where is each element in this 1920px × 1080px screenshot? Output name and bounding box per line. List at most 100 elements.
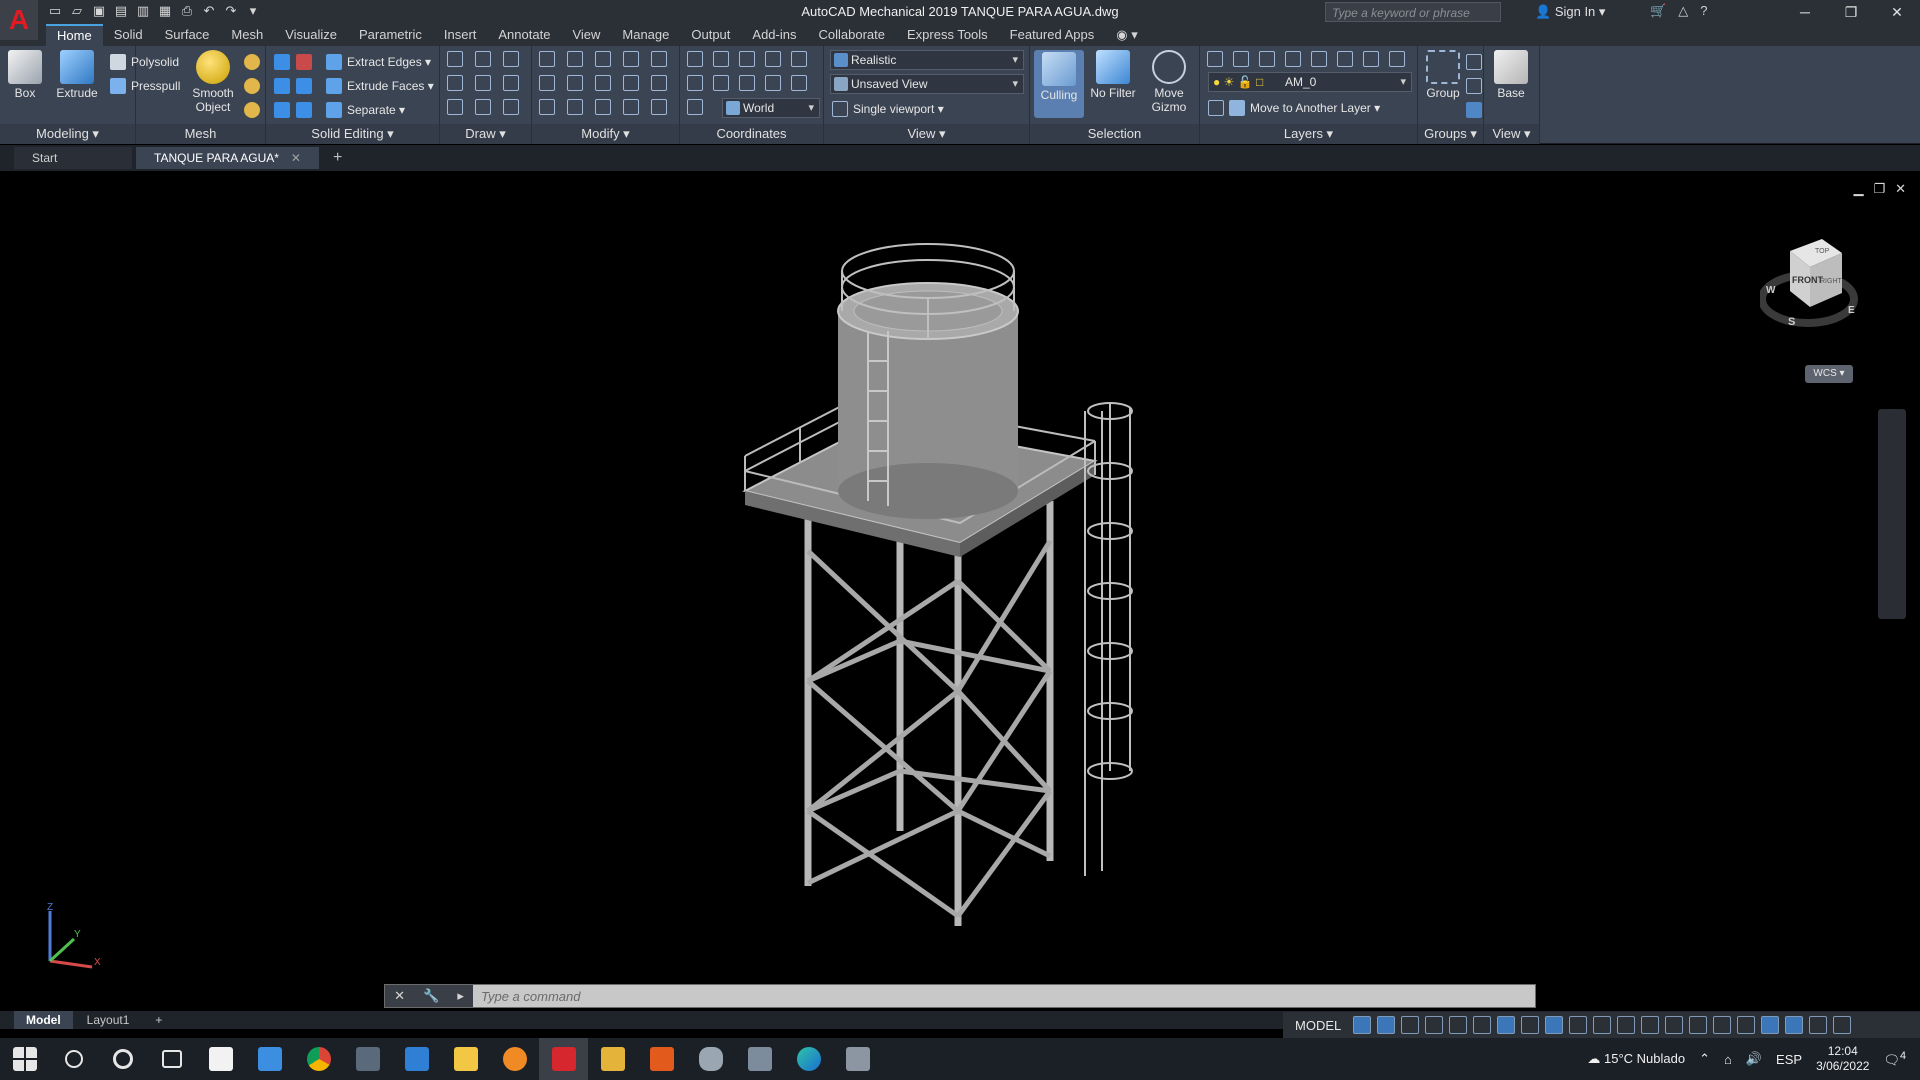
coordinate-system-dropdown[interactable]: World bbox=[722, 98, 820, 118]
taskbar-search-button[interactable] bbox=[49, 1038, 98, 1080]
polar-tracking-icon[interactable] bbox=[1425, 1016, 1444, 1034]
ucs-object-icon[interactable] bbox=[765, 75, 781, 91]
layer-match-icon[interactable] bbox=[1363, 51, 1379, 67]
autodesk-icon[interactable]: △ bbox=[1678, 3, 1688, 19]
ribbon-tab-add-ins[interactable]: Add-ins bbox=[741, 24, 807, 46]
export-icon[interactable]: ▥ bbox=[134, 2, 152, 20]
language-indicator[interactable]: ESP bbox=[1776, 1052, 1802, 1067]
ortho-toggle-icon[interactable] bbox=[1401, 1016, 1420, 1034]
ribbon-tab-view[interactable]: View bbox=[561, 24, 611, 46]
ribbon-tab-visualize[interactable]: Visualize bbox=[274, 24, 348, 46]
viewcube[interactable]: TOP FRONT RIGHT W S E bbox=[1760, 231, 1860, 341]
view-panel-title[interactable]: View ▾ bbox=[824, 124, 1029, 144]
restore-icon[interactable]: ❐ bbox=[1828, 0, 1874, 24]
mesh-tool-1[interactable] bbox=[244, 52, 260, 72]
ribbon-tab-output[interactable]: Output bbox=[680, 24, 741, 46]
viewport-config-button[interactable]: Single viewport ▾ bbox=[832, 99, 944, 119]
system-clock[interactable]: 12:04 3/06/2022 bbox=[1816, 1044, 1869, 1074]
ribbon-tab-express-tools[interactable]: Express Tools bbox=[896, 24, 999, 46]
scale-icon[interactable] bbox=[623, 75, 639, 91]
taskbar-app-x[interactable] bbox=[637, 1038, 686, 1080]
taskbar-edge-app[interactable] bbox=[784, 1038, 833, 1080]
subtract-button[interactable] bbox=[274, 76, 290, 96]
ribbon-tab-featured-apps[interactable]: Featured Apps bbox=[999, 24, 1106, 46]
ucs-view-icon[interactable] bbox=[687, 75, 703, 91]
modeling-panel-title[interactable]: Modeling ▾ bbox=[0, 124, 135, 144]
notification-center[interactable]: 🗨4 bbox=[1883, 1050, 1906, 1068]
ucs-z-icon[interactable] bbox=[791, 51, 807, 67]
ucs-prev-icon[interactable] bbox=[687, 99, 703, 115]
mesh-tool-2[interactable] bbox=[244, 76, 260, 96]
triangle-icon[interactable] bbox=[567, 99, 583, 115]
publish-icon[interactable]: ▦ bbox=[156, 2, 174, 20]
join-icon[interactable] bbox=[623, 99, 639, 115]
solid-tool-c[interactable] bbox=[296, 100, 312, 120]
taskbar-app-box[interactable] bbox=[833, 1038, 882, 1080]
cortana-button[interactable] bbox=[98, 1038, 147, 1080]
draw-panel-title[interactable]: Draw ▾ bbox=[440, 124, 531, 144]
ellipse-icon[interactable] bbox=[503, 99, 519, 115]
snap-toggle-icon[interactable] bbox=[1377, 1016, 1396, 1034]
ucs-y-icon[interactable] bbox=[765, 51, 781, 67]
ribbon-tab-home[interactable]: Home bbox=[46, 24, 103, 46]
task-view-button[interactable] bbox=[147, 1038, 196, 1080]
minimize-icon[interactable]: ─ bbox=[1782, 0, 1828, 24]
copy-icon[interactable] bbox=[623, 51, 639, 67]
undo-icon[interactable]: ↶ bbox=[200, 2, 218, 20]
visual-style-dropdown[interactable]: Realistic bbox=[830, 50, 1024, 70]
command-customize-icon[interactable]: 🔧 bbox=[423, 988, 439, 1004]
extract-edges-button[interactable]: Extract Edges ▾ bbox=[326, 52, 431, 72]
ribbon-tab-surface[interactable]: Surface bbox=[154, 24, 221, 46]
annotation-visibility-icon[interactable] bbox=[1617, 1016, 1636, 1034]
close-tab-icon[interactable]: ✕ bbox=[291, 151, 301, 165]
start-tab[interactable]: Start bbox=[14, 147, 132, 169]
taskbar-calculator-app[interactable] bbox=[343, 1038, 392, 1080]
group-edit-button[interactable] bbox=[1466, 76, 1482, 96]
taskbar-autocad-app[interactable] bbox=[539, 1038, 588, 1080]
workspace-switch-icon[interactable] bbox=[1641, 1016, 1660, 1034]
ucs-x-icon[interactable] bbox=[739, 51, 755, 67]
customization-icon[interactable] bbox=[1833, 1016, 1852, 1034]
taskbar-explorer-app[interactable] bbox=[441, 1038, 490, 1080]
object-snap-tracking-icon[interactable] bbox=[1473, 1016, 1492, 1034]
layout-tab-layout1[interactable]: Layout1 bbox=[75, 1011, 142, 1029]
ribbon-tab-manage[interactable]: Manage bbox=[611, 24, 680, 46]
command-close-icon[interactable]: ✕ bbox=[394, 988, 405, 1004]
layer-state-icon[interactable] bbox=[1233, 51, 1249, 67]
polyline-icon[interactable] bbox=[447, 51, 463, 67]
weather-widget[interactable]: ☁ 15°C Nublado bbox=[1587, 1051, 1685, 1067]
layout-tab-model[interactable]: Model bbox=[14, 1011, 73, 1029]
mirror-icon[interactable] bbox=[539, 51, 555, 67]
mesh-tool-3[interactable] bbox=[244, 100, 260, 120]
add-layout-icon[interactable]: + bbox=[143, 1011, 174, 1029]
workspace-dropdown-icon[interactable]: ◉ ▾ bbox=[1105, 24, 1148, 46]
tray-overflow-icon[interactable]: ⌃ bbox=[1699, 1051, 1710, 1067]
ribbon-tab-annotate[interactable]: Annotate bbox=[487, 24, 561, 46]
offset-icon[interactable] bbox=[595, 99, 611, 115]
layers-panel-title[interactable]: Layers ▾ bbox=[1200, 124, 1417, 144]
open-folder-icon[interactable]: ▱ bbox=[68, 2, 86, 20]
erase-icon[interactable] bbox=[539, 99, 555, 115]
model-space-button[interactable]: MODEL bbox=[1289, 1018, 1347, 1033]
groups-panel-title[interactable]: Groups ▾ bbox=[1418, 124, 1483, 144]
layer-lock-icon[interactable] bbox=[1337, 51, 1353, 67]
move-gizmo-button[interactable]: Move Gizmo bbox=[1144, 50, 1194, 114]
trim-icon[interactable] bbox=[651, 51, 667, 67]
lock-ui-icon[interactable] bbox=[1737, 1016, 1756, 1034]
taskbar-inventor-app[interactable] bbox=[588, 1038, 637, 1080]
transparency-icon[interactable] bbox=[1545, 1016, 1564, 1034]
layer-off-icon[interactable] bbox=[1259, 51, 1275, 67]
solid-tool-b[interactable] bbox=[296, 76, 312, 96]
extrude-faces-button[interactable]: Extrude Faces ▾ bbox=[326, 76, 434, 96]
volume-icon[interactable]: 🔊 bbox=[1746, 1051, 1762, 1067]
object-snap-icon[interactable] bbox=[1497, 1016, 1516, 1034]
named-view-dropdown[interactable]: Unsaved View bbox=[830, 74, 1024, 94]
command-prompt-icon[interactable]: ▸ bbox=[457, 988, 464, 1004]
isolate-objects-icon[interactable] bbox=[1761, 1016, 1780, 1034]
culling-button[interactable]: Culling bbox=[1034, 50, 1084, 118]
no-filter-button[interactable]: No Filter bbox=[1088, 50, 1138, 100]
smooth-object-button[interactable]: Smooth Object bbox=[188, 50, 238, 114]
autocad-logo-button[interactable]: A bbox=[0, 0, 38, 40]
taskbar-files-app[interactable] bbox=[196, 1038, 245, 1080]
grid-array-icon[interactable] bbox=[651, 99, 667, 115]
